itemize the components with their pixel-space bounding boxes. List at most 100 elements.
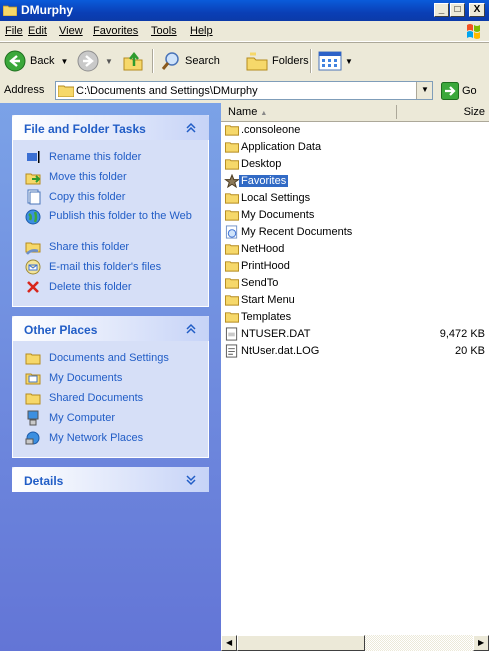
panel-body: Documents and Settings My Documents Shar…: [12, 341, 209, 458]
toolbar-separator: [310, 49, 312, 73]
file-row[interactable]: Favorites: [223, 173, 489, 190]
views-icon: [318, 51, 342, 71]
scroll-right-button[interactable]: ▶: [473, 635, 489, 651]
panel-header[interactable]: File and Folder Tasks: [12, 115, 209, 140]
folder-icon: [3, 5, 17, 16]
file-row[interactable]: My Documents: [223, 207, 489, 224]
minimize-button[interactable]: _: [434, 3, 449, 17]
back-button[interactable]: Back ▼: [4, 49, 68, 73]
menu-edit[interactable]: Edit: [28, 25, 47, 37]
panel-header[interactable]: Other Places: [12, 316, 209, 341]
place-shared-documents[interactable]: Shared Documents: [13, 389, 208, 409]
horizontal-scrollbar[interactable]: ◀ ▶: [221, 635, 489, 651]
place-documents-and-settings[interactable]: Documents and Settings: [13, 349, 208, 369]
task-move[interactable]: Move this folder: [13, 168, 208, 188]
file-name: Application Data: [241, 141, 322, 153]
folders-button[interactable]: Folders: [246, 49, 309, 73]
my-documents-icon: [25, 373, 41, 385]
address-dropdown-button[interactable]: ▼: [416, 82, 432, 99]
folder-icon: [225, 159, 239, 170]
file-row[interactable]: Templates: [223, 309, 489, 326]
chevron-down-icon: ▼: [421, 85, 429, 94]
menu-help[interactable]: Help: [190, 25, 213, 37]
task-copy[interactable]: Copy this folder: [13, 188, 208, 208]
address-input[interactable]: C:\Documents and Settings\DMurphy ▼: [55, 81, 433, 100]
menu-view[interactable]: View: [59, 25, 83, 37]
window-title: DMurphy: [21, 3, 73, 17]
details-panel: Details: [12, 467, 209, 492]
menu-file[interactable]: File: [5, 25, 23, 37]
views-button[interactable]: ▼: [318, 49, 353, 73]
file-row[interactable]: My Recent Documents: [223, 224, 489, 241]
toolbar-separator: [152, 49, 154, 73]
forward-arrow-icon: [77, 50, 99, 72]
file-row[interactable]: Start Menu: [223, 292, 489, 309]
text-file-icon: [225, 344, 238, 358]
file-name: NTUSER.DAT: [241, 328, 311, 340]
file-row[interactable]: Desktop: [223, 156, 489, 173]
file-name: NtUser.dat.LOG: [241, 345, 320, 357]
up-folder-icon: [123, 51, 143, 71]
file-row[interactable]: Local Settings: [223, 190, 489, 207]
forward-button[interactable]: ▼: [77, 49, 113, 73]
menu-favorites[interactable]: Favorites: [93, 25, 138, 37]
move-icon: [25, 173, 41, 185]
folders-icon: [246, 52, 268, 71]
folder-icon: [225, 278, 239, 289]
explorer-window: DMurphy _ □ X File Edit View Favorites T…: [0, 0, 489, 651]
file-row[interactable]: NTUSER.DAT 9,472 KB: [223, 326, 489, 343]
recent-documents-icon: [225, 225, 238, 239]
column-header-size[interactable]: Size: [464, 106, 485, 118]
collapse-chevron-icon[interactable]: [183, 121, 199, 135]
file-name: Templates: [241, 311, 292, 323]
file-row[interactable]: NetHood: [223, 241, 489, 258]
file-name: PrintHood: [241, 260, 290, 272]
expand-chevron-icon[interactable]: [183, 473, 199, 487]
chevron-down-icon[interactable]: ▼: [105, 57, 113, 66]
place-my-documents[interactable]: My Documents: [13, 369, 208, 389]
task-share[interactable]: Share this folder: [13, 238, 208, 258]
file-name: NetHood: [241, 243, 285, 255]
file-row[interactable]: .consoleone: [223, 122, 489, 139]
panel-header[interactable]: Details: [12, 467, 209, 492]
file-name: My Documents: [241, 209, 315, 221]
task-email[interactable]: E-mail this folder's files: [13, 258, 208, 278]
column-header-name[interactable]: Name ▲: [228, 106, 267, 118]
other-places-panel: Other Places Documents and Settings My D…: [12, 316, 209, 458]
close-button[interactable]: X: [469, 3, 485, 17]
up-folder-button[interactable]: [122, 49, 144, 73]
network-icon: [25, 431, 40, 445]
globe-icon: [25, 209, 41, 225]
arrow-right-icon: ▶: [478, 638, 485, 647]
file-row[interactable]: PrintHood: [223, 258, 489, 275]
search-icon: [161, 52, 179, 70]
computer-icon: [27, 410, 39, 426]
file-size: 9,472 KB: [439, 328, 485, 340]
folder-icon: [225, 295, 239, 306]
place-my-computer[interactable]: My Computer: [13, 409, 208, 429]
column-divider[interactable]: [396, 105, 397, 119]
scrollbar-thumb[interactable]: [237, 635, 365, 651]
chevron-down-icon[interactable]: ▼: [345, 57, 353, 66]
file-row[interactable]: SendTo: [223, 275, 489, 292]
title-bar[interactable]: DMurphy _ □ X: [0, 0, 489, 21]
folder-icon: [225, 261, 239, 272]
file-row[interactable]: Application Data: [223, 139, 489, 156]
task-rename[interactable]: Rename this folder: [13, 148, 208, 168]
maximize-button[interactable]: □: [450, 3, 465, 17]
menu-tools[interactable]: Tools: [151, 25, 177, 37]
scroll-left-button[interactable]: ◀: [221, 635, 237, 651]
place-my-network-places[interactable]: My Network Places: [13, 429, 208, 449]
folder-icon: [58, 85, 74, 97]
file-size: 20 KB: [455, 345, 485, 357]
task-publish[interactable]: Publish this folder to the Web: [13, 208, 208, 238]
file-row[interactable]: NtUser.dat.LOG 20 KB: [223, 343, 489, 360]
panel-title: Details: [24, 474, 64, 488]
chevron-down-icon[interactable]: ▼: [60, 57, 68, 66]
go-button[interactable]: Go: [441, 82, 477, 100]
search-button[interactable]: Search: [160, 49, 220, 73]
task-delete[interactable]: Delete this folder: [13, 278, 208, 298]
rename-icon: [27, 151, 40, 163]
dat-file-icon: [225, 327, 238, 341]
collapse-chevron-icon[interactable]: [183, 322, 199, 336]
